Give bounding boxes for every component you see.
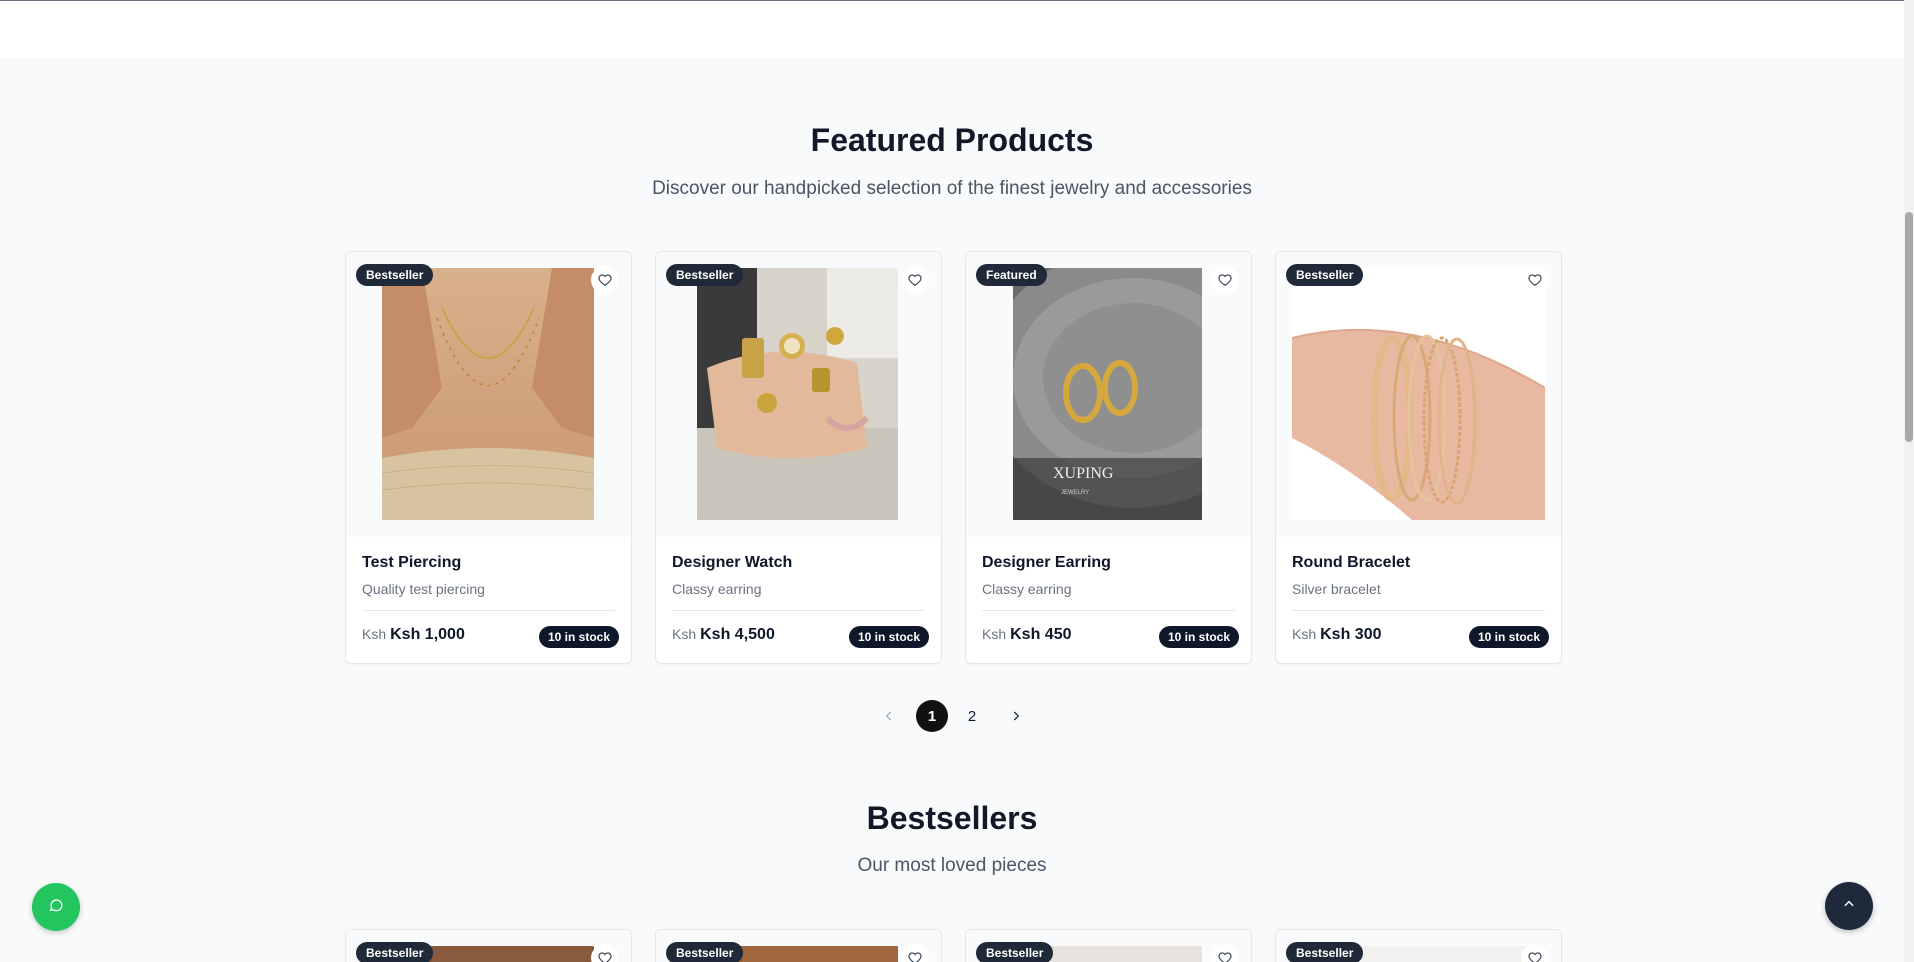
header-bar — [0, 0, 1904, 58]
stock-badge: 10 in stock — [848, 626, 929, 648]
featured-title: Featured Products — [810, 122, 1094, 158]
product-badge: Bestseller — [1286, 264, 1364, 286]
product-card[interactable]: Bestseller Designer Watch Classy earring… — [655, 251, 942, 664]
chevron-right-icon[interactable] — [1000, 700, 1032, 732]
back-to-top-button[interactable] — [1825, 882, 1873, 930]
product-card[interactable]: Bestseller — [965, 929, 1252, 962]
product-name[interactable]: Designer Earring — [982, 554, 1111, 572]
product-image-area[interactable]: Bestseller — [1276, 252, 1561, 537]
product-price: Ksh Ksh 450 — [982, 626, 1072, 644]
product-card[interactable]: Bestseller — [655, 929, 942, 962]
product-image-area[interactable]: Bestseller — [966, 930, 1251, 962]
product-image-area[interactable]: Bestseller — [346, 930, 631, 962]
product-badge: Bestseller — [1286, 942, 1364, 962]
currency-label: Ksh — [362, 626, 387, 642]
currency-label: Ksh — [982, 626, 1007, 642]
product-badge: Bestseller — [666, 942, 744, 962]
product-badge: Bestseller — [666, 264, 744, 286]
heart-icon[interactable] — [1521, 266, 1549, 294]
price-value: Ksh 300 — [1320, 626, 1382, 643]
stock-badge: 10 in stock — [1158, 626, 1239, 648]
product-badge: Bestseller — [356, 264, 434, 286]
scrollbar-thumb[interactable] — [1905, 212, 1913, 442]
heart-icon[interactable] — [591, 266, 619, 294]
currency-label: Ksh — [672, 626, 697, 642]
stock-badge: 10 in stock — [538, 626, 619, 648]
currency-label: Ksh — [1292, 626, 1317, 642]
product-image-area[interactable]: XUPING JEWELRY Featured — [966, 252, 1251, 537]
product-description: Classy earring — [982, 581, 1072, 597]
product-description: Quality test piercing — [362, 581, 485, 597]
pagination: 1 2 — [873, 700, 1033, 732]
image-watermark: XUPING — [1053, 465, 1114, 482]
bestsellers-subtitle: Our most loved pieces — [857, 855, 1047, 876]
product-price: Ksh Ksh 300 — [1292, 626, 1382, 644]
product-image-area[interactable]: Bestseller — [656, 930, 941, 962]
image-watermark-sub: JEWELRY — [1061, 490, 1089, 496]
price-value: Ksh 4,500 — [700, 626, 775, 643]
heart-icon[interactable] — [901, 266, 929, 294]
divider — [672, 610, 925, 611]
product-image-area[interactable]: Bestseller — [656, 252, 941, 537]
product-description: Classy earring — [672, 581, 762, 597]
product-image-area[interactable]: Bestseller — [346, 252, 631, 537]
product-image-area[interactable]: Bestseller — [1276, 930, 1561, 962]
product-name[interactable]: Designer Watch — [672, 554, 792, 572]
price-value: Ksh 450 — [1010, 626, 1072, 643]
product-badge: Bestseller — [976, 942, 1054, 962]
product-name[interactable]: Round Bracelet — [1292, 554, 1410, 572]
product-image[interactable]: XUPING JEWELRY — [1013, 268, 1202, 520]
scrollbar[interactable] — [1904, 0, 1914, 962]
bestsellers-title: Bestsellers — [866, 800, 1038, 836]
product-image[interactable] — [697, 268, 898, 520]
heart-icon[interactable] — [1211, 944, 1239, 962]
divider — [982, 610, 1235, 611]
product-price: Ksh Ksh 1,000 — [362, 626, 465, 644]
page-2-button[interactable]: 2 — [956, 700, 988, 732]
product-card[interactable]: Bestseller Test Piercing Quality test pi… — [345, 251, 632, 664]
product-name[interactable]: Test Piercing — [362, 554, 461, 572]
chevron-up-icon — [1842, 897, 1856, 916]
product-card[interactable]: Bestseller — [1275, 929, 1562, 962]
product-card[interactable]: XUPING JEWELRY Featured Designer Earring… — [965, 251, 1252, 664]
page-1-button[interactable]: 1 — [916, 700, 948, 732]
heart-icon[interactable] — [591, 944, 619, 962]
product-image[interactable] — [1292, 268, 1545, 520]
product-badge: Bestseller — [356, 942, 434, 962]
heart-icon[interactable] — [1211, 266, 1239, 294]
stock-badge: 10 in stock — [1468, 626, 1549, 648]
product-card[interactable]: Bestseller — [345, 929, 632, 962]
product-card[interactable]: Bestseller Round Bracelet Silver bracele… — [1275, 251, 1562, 664]
price-value: Ksh 1,000 — [390, 626, 465, 643]
product-badge: Featured — [976, 264, 1047, 286]
product-description: Silver bracelet — [1292, 581, 1381, 597]
featured-subtitle: Discover our handpicked selection of the… — [652, 178, 1252, 199]
product-price: Ksh Ksh 4,500 — [672, 626, 775, 644]
divider — [1292, 610, 1545, 611]
divider — [362, 610, 615, 611]
chevron-left-icon[interactable] — [873, 700, 905, 732]
chat-bubble-icon — [48, 897, 64, 918]
chat-button[interactable] — [32, 883, 80, 931]
heart-icon[interactable] — [901, 944, 929, 962]
product-image[interactable] — [382, 268, 594, 520]
